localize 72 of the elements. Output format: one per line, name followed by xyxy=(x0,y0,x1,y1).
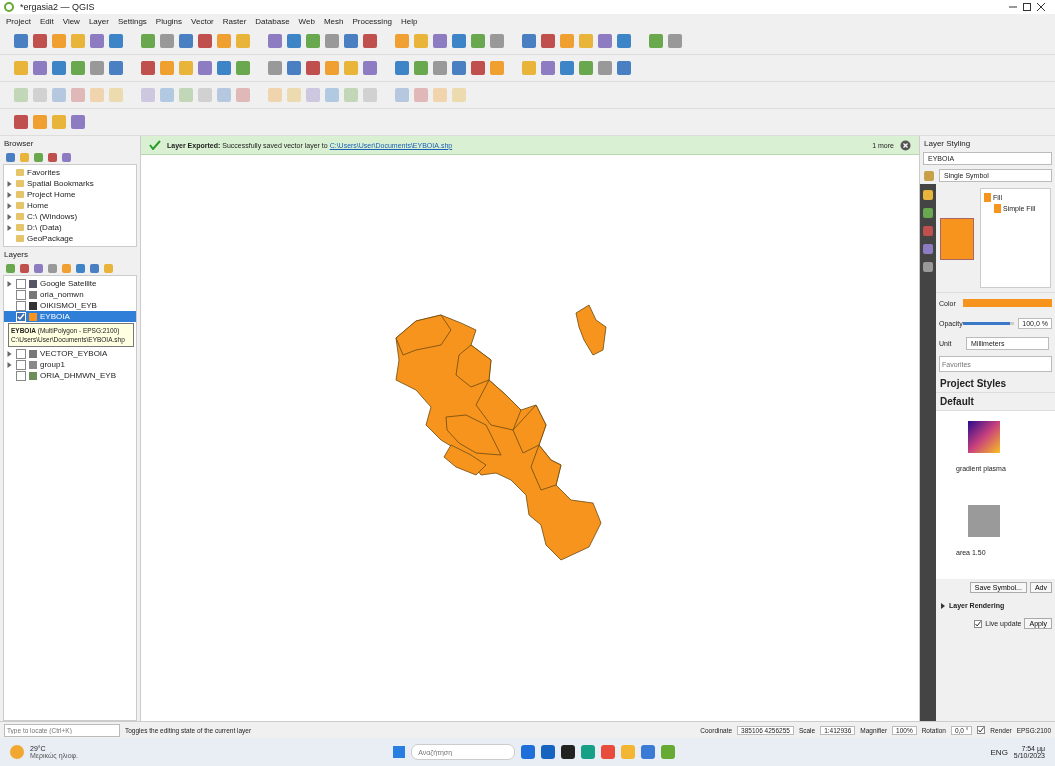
layer-name: OIKISMOI_EYB xyxy=(40,301,97,310)
window-title: *ergasia2 — QGIS xyxy=(20,2,95,12)
layer-name: Google Satellite xyxy=(40,279,97,288)
layer-name: oria_nomwn xyxy=(40,290,84,299)
browser-item[interactable]: Spatial Bookmarks xyxy=(27,179,94,188)
checkbox[interactable] xyxy=(16,370,26,381)
expander-arrow-icon[interactable] xyxy=(6,350,13,357)
style-group-heading: Project Styles xyxy=(936,375,1055,393)
layer-name: ORIA_DHMWN_EYB xyxy=(40,371,116,381)
weather-icon[interactable] xyxy=(10,745,24,759)
browser-item[interactable]: Favorites xyxy=(27,168,60,177)
menu-item[interactable]: Plugins xyxy=(155,16,183,26)
close-icon[interactable] xyxy=(1037,3,1045,11)
layer-name: VECTOR_EYBOIA xyxy=(40,349,108,359)
menu-item[interactable]: Settings xyxy=(117,16,147,26)
layer-row[interactable]: ORIA_DHMWN_EYB xyxy=(4,370,136,382)
expander-arrow-icon[interactable] xyxy=(6,191,13,198)
expander-arrow-icon[interactable] xyxy=(6,224,13,231)
browser-item[interactable]: D:\ (Data) xyxy=(27,223,62,232)
checkbox[interactable] xyxy=(16,278,26,289)
browser-item[interactable]: C:\ (Windows) xyxy=(27,212,78,221)
layer-name: EYBOIA xyxy=(40,312,70,321)
browser-item[interactable]: GeoPackage xyxy=(27,234,74,243)
expander-arrow-icon[interactable] xyxy=(6,180,13,187)
checkbox[interactable] xyxy=(16,359,26,370)
layer-row[interactable]: Google Satellite xyxy=(4,278,136,289)
menu-item[interactable]: Mesh xyxy=(323,16,344,26)
panel-title: Layer Styling xyxy=(924,138,971,148)
layer-row[interactable]: EYBOIA xyxy=(4,311,136,322)
color-button[interactable] xyxy=(963,299,1052,307)
fill-swatch-icon xyxy=(994,204,1001,213)
layer-row[interactable]: OIKISMOI_EYB xyxy=(4,300,136,311)
language-indicator[interactable]: ENG xyxy=(990,747,1008,757)
checkbox[interactable] xyxy=(16,300,26,311)
fill-swatch-icon xyxy=(984,193,991,202)
menu-item[interactable]: Project xyxy=(6,16,31,26)
browser-item[interactable]: Home xyxy=(27,201,49,210)
expander-arrow-icon[interactable] xyxy=(6,361,13,368)
layer-row[interactable]: oria_nomwn xyxy=(4,289,136,300)
menu-item[interactable]: Vector xyxy=(191,16,214,26)
close-icon[interactable] xyxy=(900,139,911,151)
menu-item[interactable]: Database xyxy=(255,16,290,26)
qgis-logo-icon xyxy=(4,2,14,12)
start-icon[interactable] xyxy=(393,746,406,758)
browser-item[interactable]: Project Home xyxy=(27,190,76,199)
menu-item[interactable]: Layer xyxy=(88,16,109,26)
panel-title: Layers xyxy=(4,249,28,259)
layer-row[interactable]: VECTOR_EYBOIA xyxy=(4,348,136,360)
layer-name: group1 xyxy=(40,360,65,370)
expander-arrow-icon[interactable] xyxy=(940,602,946,609)
checkbox[interactable] xyxy=(16,289,26,300)
style-swatch[interactable] xyxy=(968,421,1000,453)
expander-arrow-icon[interactable] xyxy=(6,213,13,220)
menu-item[interactable]: Processing xyxy=(352,16,393,26)
check-icon xyxy=(149,140,161,150)
layer-row[interactable]: group1 xyxy=(4,359,136,371)
menu-item[interactable]: Raster xyxy=(222,16,247,26)
panel-title: Browser xyxy=(4,138,34,148)
maximize-icon[interactable] xyxy=(1023,3,1031,11)
checkbox[interactable] xyxy=(16,348,26,359)
style-swatch[interactable] xyxy=(968,505,1000,537)
checkbox[interactable] xyxy=(977,726,986,734)
minimize-icon[interactable] xyxy=(1009,3,1017,11)
menu-item[interactable]: Web xyxy=(298,16,315,26)
expander-arrow-icon[interactable] xyxy=(6,280,13,287)
checkbox[interactable] xyxy=(974,619,983,628)
expander-arrow-icon[interactable] xyxy=(6,202,13,209)
taskbar-app-icon[interactable] xyxy=(561,745,576,759)
symbol-preview xyxy=(940,218,974,260)
menu-item[interactable]: Edit xyxy=(39,16,54,26)
menu-item[interactable]: View xyxy=(62,16,80,26)
menu-item[interactable]: Help xyxy=(401,16,418,26)
